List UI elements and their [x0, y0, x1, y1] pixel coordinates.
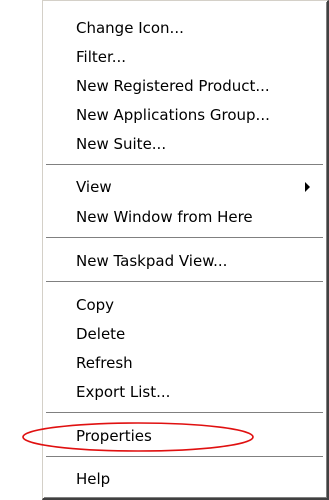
highlight-ellipse	[22, 422, 254, 452]
annotation-overlay	[22, 422, 254, 452]
